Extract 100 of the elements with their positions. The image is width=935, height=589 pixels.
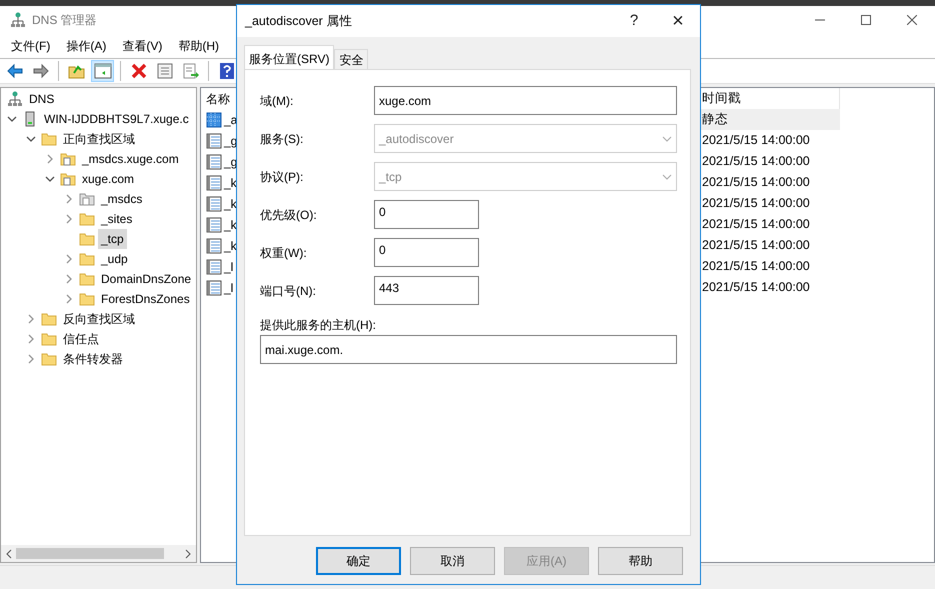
record-icon [206,174,222,190]
collapsed-chevron-icon[interactable] [26,314,36,324]
field-label: 服务(S): [260,130,304,148]
menu-item[interactable]: 查看(V) [115,35,170,57]
scroll-left-icon [5,548,12,558]
input-field[interactable]: xuge.com [374,86,677,115]
record-icon [206,154,222,170]
tree-item[interactable]: 条件转发器 [60,349,126,369]
expanded-chevron-icon[interactable] [7,114,17,124]
record-name[interactable]: _k [224,216,237,234]
console-tree-button[interactable] [91,60,114,82]
help-button[interactable]: ? [612,6,656,36]
menu-item[interactable]: 操作(A) [59,35,114,57]
tree-item[interactable]: _udp [98,249,131,269]
folder-icon [41,131,57,147]
scroll-right-icon [185,548,192,558]
folder-icon [41,331,57,347]
timestamp-cell: 2021/5/15 14:00:00 [702,133,810,148]
timestamp-cell: 2021/5/15 14:00:00 [702,238,810,252]
tab[interactable]: 服务位置(SRV) [244,45,334,69]
collapsed-chevron-icon[interactable] [64,194,74,204]
tree-item[interactable]: 正向查找区域 [60,129,138,149]
field-label: 协议(P): [260,168,304,186]
timestamp-cell: 2021/5/15 14:00:00 [702,217,810,232]
dialog-button[interactable]: 帮助 [598,547,683,575]
horizontal-scrollbar[interactable] [1,545,196,562]
dropdown-caret-icon [662,136,672,142]
timestamp-cell: 2021/5/15 14:00:00 [702,154,810,168]
network-icon [10,12,26,28]
timestamp-cell: 2021/5/15 14:00:00 [702,175,810,190]
tree-item[interactable]: DomainDnsZone [98,269,194,289]
folder-icon [79,251,95,267]
record-name[interactable]: _l [224,258,234,276]
collapsed-chevron-icon[interactable] [64,274,74,284]
column-header[interactable]: 时间戳 [702,89,741,108]
timestamp-cell: 2021/5/15 14:00:00 [702,280,810,294]
tree-item[interactable]: WIN-IJDDBHTS9L7.xuge.c [41,109,192,129]
menu-item[interactable]: 帮助(H) [171,35,226,57]
zone-folder-icon [60,171,76,187]
delete-icon [130,62,148,80]
tree-item[interactable]: ForestDnsZones [98,289,193,309]
tree-item[interactable]: _msdcs [98,189,146,209]
tree-item[interactable]: 反向查找区域 [60,309,138,329]
collapsed-chevron-icon[interactable] [26,354,36,364]
collapsed-chevron-icon[interactable] [45,154,55,164]
record-icon [206,132,222,148]
folder-icon [79,231,95,247]
properties-icon [156,62,174,80]
tab[interactable]: 安全 [334,49,368,69]
timestamp-cell: 2021/5/15 14:00:00 [702,259,810,274]
field-label: 端口号(N): [260,282,317,300]
record-icon [206,196,222,212]
tree-item[interactable]: DNS [26,89,58,109]
collapsed-chevron-icon[interactable] [64,254,74,264]
help-icon [218,62,236,80]
console-tree-icon [94,62,112,80]
input-field[interactable]: 0 [374,200,479,229]
network-icon [7,91,23,107]
timestamp-cell-text: 静态 [702,111,728,128]
tree-item[interactable]: xuge.com [79,169,138,189]
close-button[interactable]: × [656,6,700,36]
record-name[interactable]: _l [224,278,234,296]
close-icon [907,15,917,25]
record-name[interactable]: _k [224,236,237,254]
record-icon [206,112,222,128]
record-icon [206,216,222,232]
delegated-folder-icon [79,191,95,207]
dialog-button[interactable]: 确定 [316,547,401,575]
folder-icon [79,211,95,227]
field-label: 域(M): [260,92,294,110]
dialog-button[interactable]: 取消 [410,547,495,575]
folder-icon [41,311,57,327]
collapsed-chevron-icon[interactable] [64,214,74,224]
tree-item[interactable]: _msdcs.xuge.com [79,149,182,169]
input-field[interactable]: mai.xuge.com. [260,335,677,364]
tree-item[interactable]: _sites [98,209,136,229]
dialog-title: _autodiscover 属性 [245,12,352,30]
expanded-chevron-icon[interactable] [45,174,55,184]
field-label: 提供此服务的主机(H): [260,317,377,334]
record-icon [206,238,222,254]
timestamp-cell: 2021/5/15 14:00:00 [702,196,810,210]
field-label: 优先级(O): [260,206,318,224]
input-field[interactable]: 443 [374,276,479,305]
forward-arrow-icon [32,62,50,80]
tree-item[interactable]: 信任点 [60,329,102,349]
tree-item[interactable]: _tcp [98,229,127,249]
window-title: DNS 管理器 [32,12,97,29]
expanded-chevron-icon[interactable] [26,134,36,144]
record-name[interactable]: _k [224,174,237,192]
record-icon [206,258,222,274]
maximize-icon [861,15,871,25]
collapsed-chevron-icon[interactable] [26,334,36,344]
menu-item[interactable]: 文件(F) [4,35,58,57]
collapsed-chevron-icon[interactable] [64,294,74,304]
column-header[interactable]: 名称 [206,90,230,108]
input-field[interactable]: 0 [374,238,479,267]
record-name[interactable]: _k [224,194,237,212]
record-icon [206,280,222,296]
folder-icon [79,271,95,287]
field-label: 权重(W): [260,244,308,262]
